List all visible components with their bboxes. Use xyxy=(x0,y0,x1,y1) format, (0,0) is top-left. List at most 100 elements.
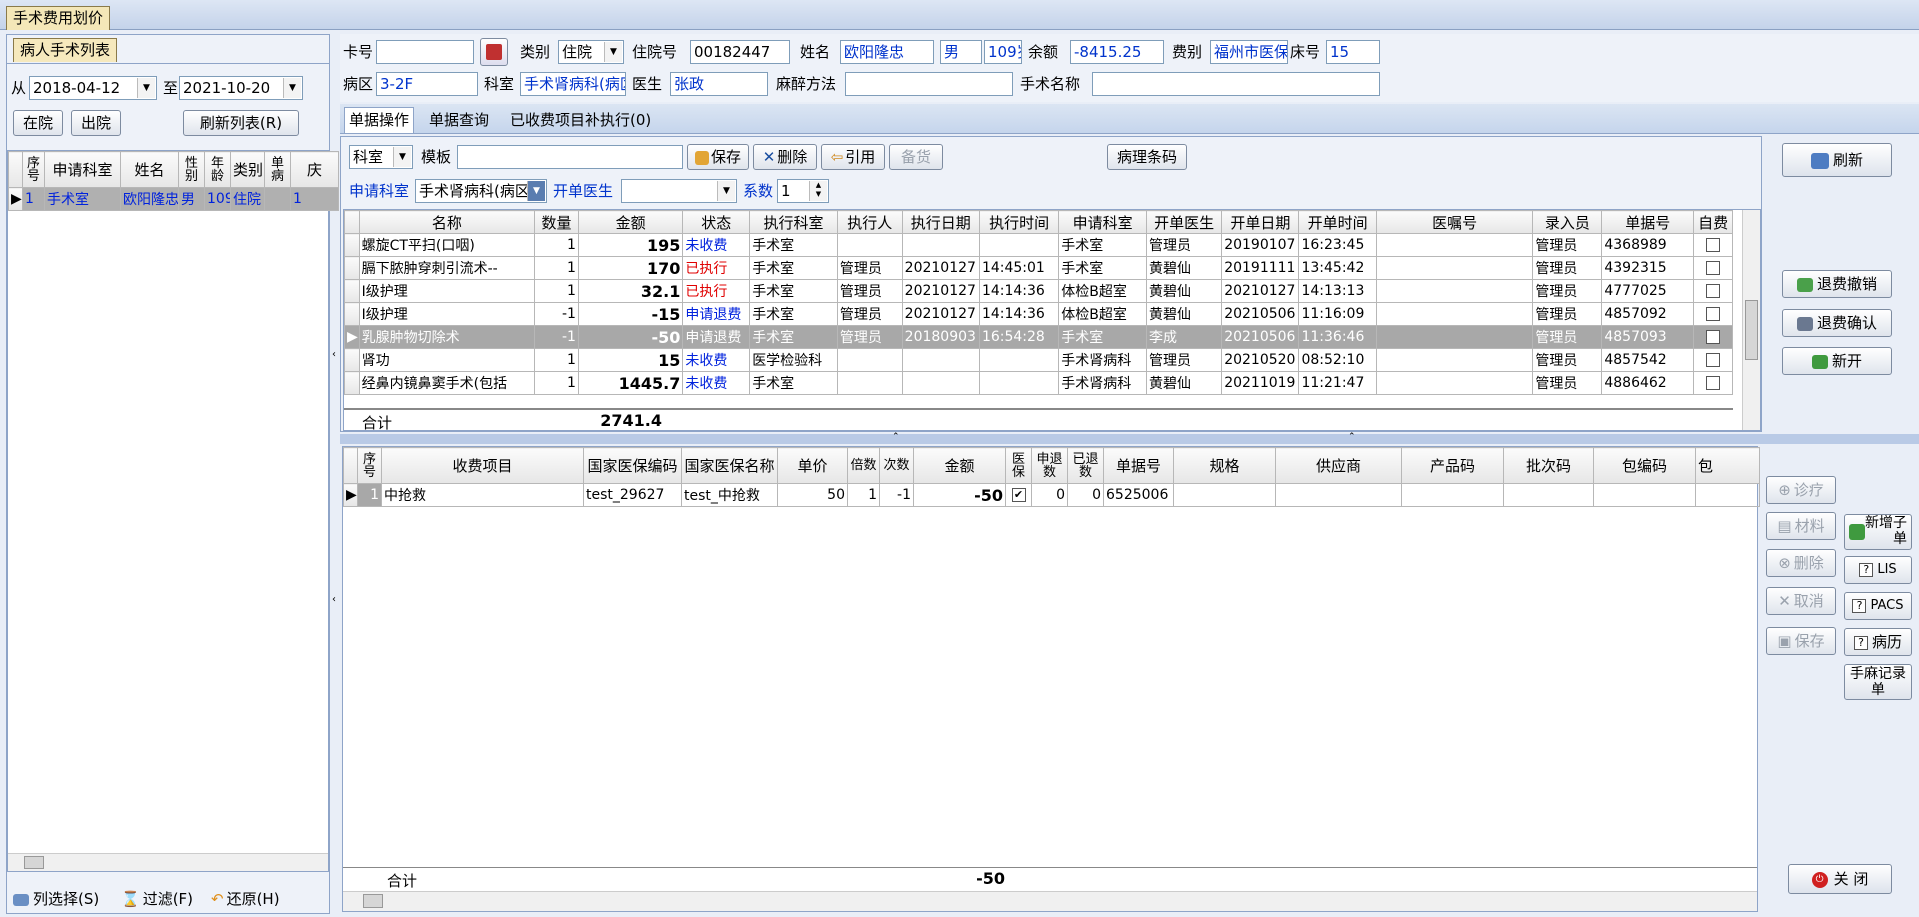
close-button[interactable]: ⏻ 关 闭 xyxy=(1788,864,1892,894)
pathology-barcode-button[interactable]: 病理条码 xyxy=(1107,144,1187,170)
add-sub-order-button[interactable]: 新增子单 xyxy=(1844,514,1912,550)
cell: 已执行 xyxy=(682,279,751,303)
window-tab-surgery-pricing[interactable]: 手术费用划价 xyxy=(6,6,111,30)
table-row[interactable]: ▶ 1 中抢救 test_29627 test_中抢救 50 1 -1 -50 … xyxy=(343,483,1760,507)
vertical-scrollbar[interactable] xyxy=(1742,210,1760,430)
self-pay-checkbox[interactable] xyxy=(1693,302,1733,326)
tab-document-query[interactable]: 单据查询 xyxy=(424,107,494,133)
cell: 乳腺肿物切除术 xyxy=(358,325,536,349)
template-input[interactable] xyxy=(457,145,683,169)
left-tab-patient-list[interactable]: 病人手术列表 xyxy=(13,38,118,62)
refund-cancel-button[interactable]: 退费撤销 xyxy=(1782,270,1892,298)
chevron-down-icon[interactable]: ▼ xyxy=(137,78,155,98)
table-row[interactable]: 肾功 1 15 未收费 医学检验科 手术肾病科 管理员 20210520 08:52:10 管理员… xyxy=(344,348,1733,372)
chevron-down-icon[interactable]: ▼ xyxy=(604,42,622,62)
scroll-thumb[interactable] xyxy=(24,856,44,869)
table-row[interactable]: 螺旋CT平扫(口咽) 1 195 未收费 手术室 手术室 管理员 20190107 16:23:… xyxy=(344,233,1733,257)
chevron-down-icon[interactable]: ▼ xyxy=(717,181,735,201)
row-indicator-header xyxy=(8,151,23,188)
order-doctor-select[interactable]: ▼ xyxy=(621,179,737,203)
chevron-down-icon[interactable]: ▼ xyxy=(393,147,411,167)
splitter[interactable]: ⌃ ⌃ xyxy=(340,432,1919,444)
refresh-button[interactable]: 刷新 xyxy=(1782,143,1892,177)
cell xyxy=(836,348,903,372)
dept-field: 手术肾病科(病区) xyxy=(520,72,626,96)
card-number-input[interactable] xyxy=(376,40,474,64)
diagnose-button[interactable]: ⊕ 诊疗 xyxy=(1766,476,1836,504)
type-select[interactable]: 住院 ▼ xyxy=(558,40,624,64)
save-button[interactable]: 保存 xyxy=(687,144,749,170)
chevron-down-icon[interactable]: ▼ xyxy=(283,78,301,98)
cite-button[interactable]: ⇦ 引用 xyxy=(821,144,885,170)
anesthesia-record-button[interactable]: 手麻记录单 xyxy=(1844,664,1912,700)
cell: 20210520 xyxy=(1221,348,1300,372)
checkbox[interactable] xyxy=(1706,284,1721,298)
refresh-list-button[interactable]: 刷新列表(R) xyxy=(183,110,299,136)
coef-stepper[interactable]: 1 ▲ ▼ xyxy=(777,179,829,203)
spinner-icon[interactable]: ▲ ▼ xyxy=(809,181,827,201)
self-pay-checkbox[interactable] xyxy=(1693,371,1733,395)
self-pay-checkbox[interactable] xyxy=(1693,256,1733,280)
table-row[interactable]: ▶ 1 手术室 欧阳隆忠 男 109 住院 1 xyxy=(8,187,339,211)
discharged-button[interactable]: 出院 xyxy=(71,110,121,136)
dept-filter-select[interactable]: 科室 ▼ xyxy=(349,145,413,169)
scroll-thumb[interactable] xyxy=(363,894,383,908)
lis-button[interactable]: ? LIS xyxy=(1844,556,1912,584)
self-pay-checkbox[interactable] xyxy=(1693,279,1733,303)
select-columns-button[interactable]: 列选择(S) xyxy=(13,888,99,909)
anesthesia-input[interactable] xyxy=(845,72,1013,96)
self-pay-checkbox[interactable] xyxy=(1693,325,1733,349)
pacs-button[interactable]: ? PACS xyxy=(1844,592,1912,620)
in-hospital-button[interactable]: 在院 xyxy=(13,110,63,136)
chevron-down-icon[interactable]: ▼ xyxy=(527,181,545,201)
scroll-thumb[interactable] xyxy=(1745,300,1758,360)
row-indicator xyxy=(344,256,360,280)
table-row[interactable]: 膈下脓肿穿刺引流术-- 1 170 已执行 手术室 管理员 20210127 14:45:01… xyxy=(344,256,1733,280)
stock-button[interactable]: 备货 xyxy=(889,144,943,170)
delete-button[interactable]: ✕ 删除 xyxy=(753,144,817,170)
collapse-left-grip[interactable]: ‹ xyxy=(330,340,338,370)
delete-item-button[interactable]: ⊗ 删除 xyxy=(1766,549,1836,577)
save-item-button[interactable]: ▣ 保存 xyxy=(1766,627,1836,655)
from-date-picker[interactable]: 2018-04-12 ▼ xyxy=(29,76,157,100)
cell[interactable]: 中抢救 xyxy=(381,483,584,507)
tab-document-ops[interactable]: 单据操作 xyxy=(344,107,415,133)
table-row[interactable]: Ⅰ级护理 1 32.1 已执行 手术室 管理员 20210127 14:14:36 体检B超室黄… xyxy=(344,279,1733,303)
restore-button[interactable]: ↶ 还原(H) xyxy=(211,888,280,909)
to-date-picker[interactable]: 2021-10-20 ▼ xyxy=(179,76,303,100)
help-icon: ? xyxy=(1852,598,1867,613)
horizontal-scrollbar[interactable] xyxy=(343,891,1757,911)
cell: 管理员 xyxy=(836,279,903,303)
self-pay-checkbox[interactable] xyxy=(1693,348,1733,372)
horizontal-scrollbar[interactable] xyxy=(8,853,328,871)
new-button[interactable]: 新开 xyxy=(1782,347,1892,375)
checkbox[interactable] xyxy=(1706,376,1721,390)
collapse-up-icon[interactable]: ⌃ xyxy=(1348,432,1356,442)
cancel-button[interactable]: ✕ 取消 xyxy=(1766,587,1836,615)
medical-record-button[interactable]: ? 病历 xyxy=(1844,628,1912,656)
inpatient-no-input[interactable]: 00182447 xyxy=(690,40,790,64)
checkbox[interactable] xyxy=(1706,353,1721,367)
card-reader-button[interactable] xyxy=(480,38,508,66)
material-button[interactable]: ▤ 材料 xyxy=(1766,512,1836,540)
surgery-name-input[interactable] xyxy=(1092,72,1380,96)
checkbox[interactable] xyxy=(1706,261,1721,275)
table-row[interactable]: 经鼻内镜鼻窦手术(包括 1 1445.7 未收费 手术室 手术肾病科 黄碧仙 20211019… xyxy=(344,371,1733,395)
cell: 管理员 xyxy=(836,325,903,349)
refund-confirm-button[interactable]: 退费确认 xyxy=(1782,309,1892,337)
checkbox[interactable] xyxy=(1706,238,1721,252)
tab-charged-reexecute[interactable]: 已收费项目补执行(0) xyxy=(505,107,656,133)
dept-filter-value: 科室 xyxy=(353,148,384,166)
checkbox[interactable] xyxy=(1706,307,1721,321)
filter-button[interactable]: ⌛ 过滤(F) xyxy=(121,888,193,909)
table-row[interactable]: Ⅰ级护理 -1 -15 申请退费 手术室 管理员 20210127 14:14:36 体检B超室… xyxy=(344,302,1733,326)
collapse-left-grip[interactable]: ‹ xyxy=(330,585,338,615)
checkbox[interactable] xyxy=(1706,330,1721,344)
table-row[interactable]: ▶ 乳腺肿物切除术 -1 -50 申请退费 手术室 管理员 20180903 16:54:28 手… xyxy=(344,325,1733,349)
cell: 1 xyxy=(534,279,579,303)
cell: 管理员 xyxy=(1532,302,1603,326)
self-pay-checkbox[interactable] xyxy=(1693,233,1733,257)
collapse-up-icon[interactable]: ⌃ xyxy=(892,432,900,442)
apply-dept-select[interactable]: 手术肾病科(病区) ▼ xyxy=(415,179,547,203)
insurance-checkbox[interactable]: ✔ xyxy=(1005,483,1032,507)
